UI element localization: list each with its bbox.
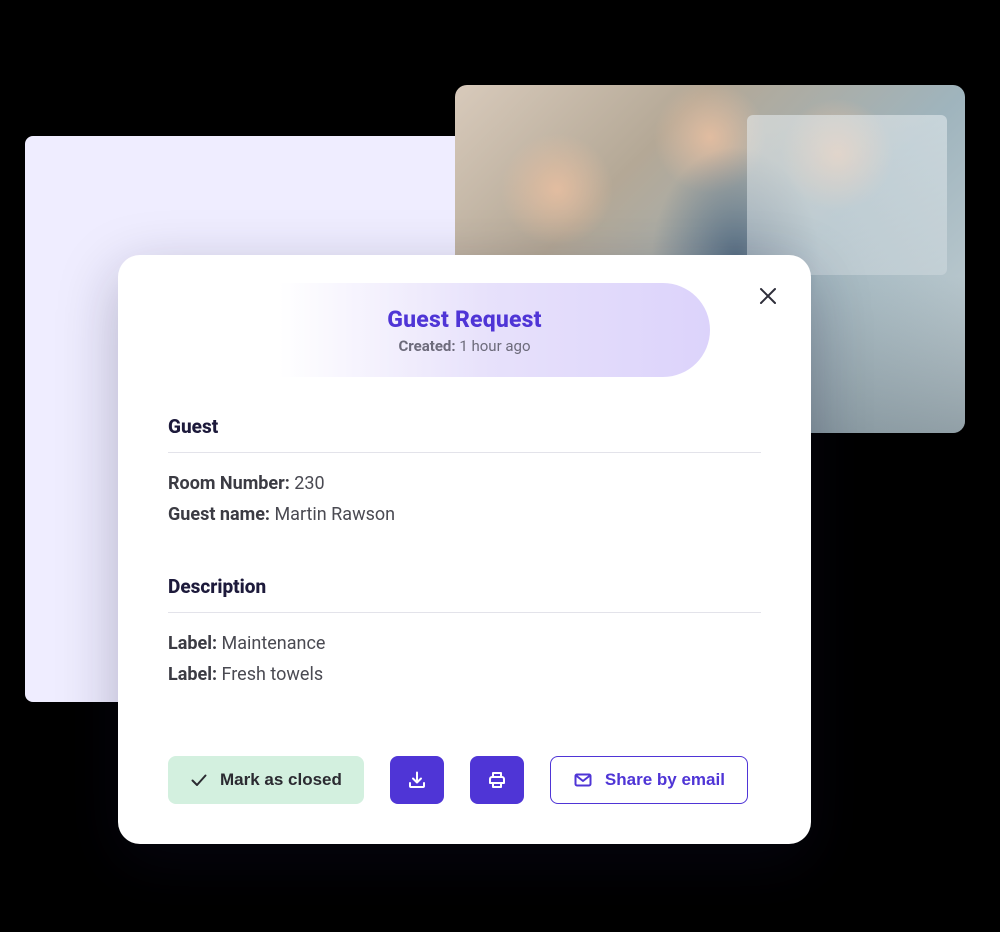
guest-section: Guest Room Number: 230 Guest name: Marti… bbox=[168, 415, 761, 525]
description-row-0: Label: Maintenance bbox=[168, 633, 761, 654]
close-icon bbox=[758, 286, 778, 306]
room-number-row: Room Number: 230 bbox=[168, 473, 761, 494]
description-label-0: Label: bbox=[168, 633, 217, 654]
created-label: Created: bbox=[398, 337, 455, 355]
description-value-0: Maintenance bbox=[222, 633, 326, 654]
room-number-value: 230 bbox=[294, 473, 324, 494]
print-icon bbox=[487, 770, 507, 790]
close-button[interactable] bbox=[755, 283, 781, 309]
guest-name-row: Guest name: Martin Rawson bbox=[168, 504, 761, 525]
description-section: Description Label: Maintenance Label: Fr… bbox=[168, 575, 761, 685]
download-icon bbox=[407, 770, 427, 790]
share-email-button[interactable]: Share by email bbox=[550, 756, 748, 804]
card-subtitle: Created: 1 hour ago bbox=[398, 337, 530, 355]
created-value: 1 hour ago bbox=[459, 337, 530, 355]
description-row-1: Label: Fresh towels bbox=[168, 664, 761, 685]
download-button[interactable] bbox=[390, 756, 444, 804]
description-section-title: Description bbox=[168, 575, 761, 613]
print-button[interactable] bbox=[470, 756, 524, 804]
card-header: Guest Request Created: 1 hour ago bbox=[220, 283, 710, 377]
room-number-label: Room Number: bbox=[168, 473, 290, 494]
mark-closed-label: Mark as closed bbox=[220, 770, 342, 790]
guest-request-card: Guest Request Created: 1 hour ago Guest … bbox=[118, 255, 811, 844]
share-email-label: Share by email bbox=[605, 770, 725, 790]
mail-icon bbox=[573, 770, 593, 790]
guest-name-label: Guest name: bbox=[168, 504, 270, 525]
check-icon bbox=[190, 771, 208, 789]
description-label-1: Label: bbox=[168, 664, 217, 685]
guest-section-title: Guest bbox=[168, 415, 761, 453]
description-value-1: Fresh towels bbox=[222, 664, 324, 685]
card-title: Guest Request bbox=[387, 306, 541, 333]
guest-name-value: Martin Rawson bbox=[274, 504, 395, 525]
card-actions: Mark as closed Share by email bbox=[168, 756, 748, 804]
mark-closed-button[interactable]: Mark as closed bbox=[168, 756, 364, 804]
